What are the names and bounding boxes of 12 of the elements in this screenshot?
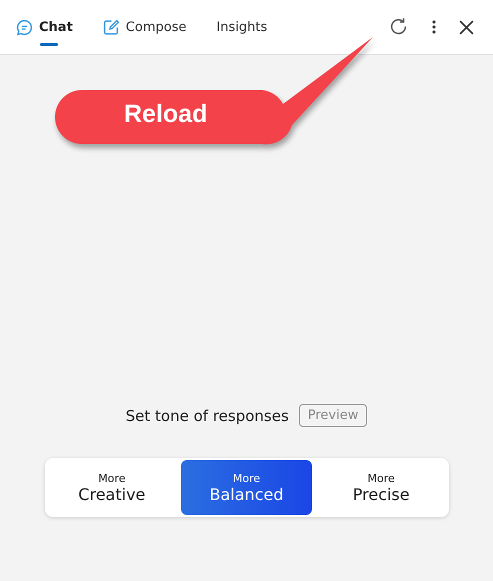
callout-label: Reload <box>124 100 208 129</box>
close-icon <box>458 18 475 36</box>
tone-option[interactable]: More Precise <box>316 460 447 515</box>
tone-option[interactable]: More Creative <box>46 460 178 515</box>
tab[interactable]: Compose <box>100 12 188 42</box>
more-icon <box>432 19 436 35</box>
tone-label: Set tone of responses <box>126 406 289 424</box>
chat-icon <box>16 18 33 36</box>
tone-option[interactable]: More Balanced <box>181 460 312 515</box>
tab[interactable]: Insights <box>214 12 270 42</box>
tab[interactable]: Chat <box>14 12 75 42</box>
edit-icon <box>102 18 120 36</box>
